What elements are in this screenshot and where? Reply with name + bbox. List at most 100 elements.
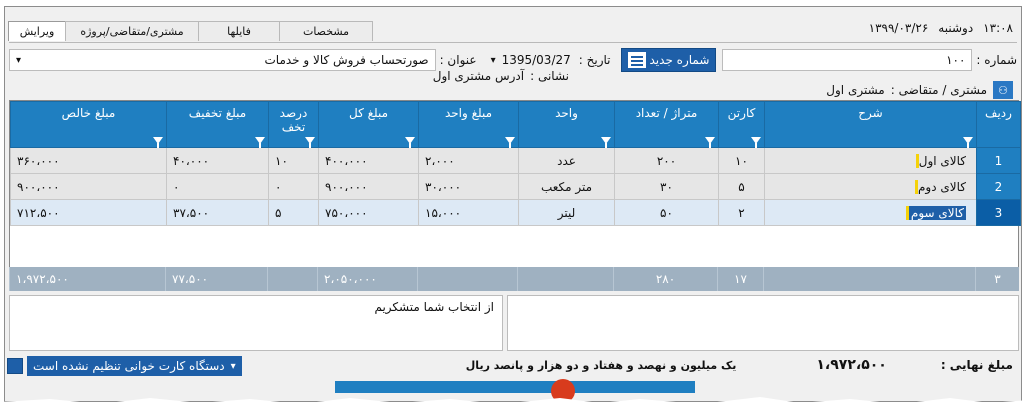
items-grid: ردیف شرح کارتن متراژ / تعداد واحد مبلغ و…: [9, 100, 1021, 288]
col-net[interactable]: مبلغ خالص: [10, 101, 167, 148]
torn-edge-bottom: [0, 397, 1029, 410]
cell-net[interactable]: ۷۱۲،۵۰۰: [10, 199, 167, 226]
col-row[interactable]: ردیف: [976, 101, 1021, 148]
col-total[interactable]: مبلغ کل: [318, 101, 419, 148]
date-picker[interactable]: ▾ 1395/03/27: [491, 53, 571, 67]
decorative-strip: [335, 381, 695, 393]
tab-customer-project[interactable]: مشتری/متقاضی/پروژه: [65, 21, 199, 41]
cell-carton[interactable]: ۵: [718, 173, 765, 200]
settings-icon[interactable]: [7, 358, 23, 374]
col-disc-pct[interactable]: درصد تخف: [268, 101, 319, 148]
date-value: 1395/03/27: [501, 53, 571, 67]
filter-icon[interactable]: [153, 137, 163, 148]
cell-desc[interactable]: کالای سوم: [764, 199, 977, 226]
cell-disc-pct[interactable]: ۰: [268, 173, 319, 200]
invoice-window: ۱۳:۰۸ دوشنبه ۱۳۹۹/۰۳/۲۶ ویرایش مشتری/متق…: [4, 6, 1022, 402]
total-carton: ۱۷: [717, 267, 763, 291]
col-qty[interactable]: متراژ / تعداد: [614, 101, 719, 148]
customer-value: مشتری اول: [826, 83, 885, 97]
tab-specs[interactable]: مشخصات: [279, 21, 373, 41]
chevron-down-icon: ▾: [230, 360, 236, 372]
card-reader-status[interactable]: ▾ دستگاه کارت خوانی تنظیم نشده است: [27, 356, 242, 376]
cell-total[interactable]: ۷۵۰،۰۰۰: [318, 199, 419, 226]
table-row[interactable]: 2 کالای دوم ۵ ۳۰ متر مکعب ۳۰،۰۰۰ ۹۰۰،۰۰۰…: [10, 173, 1021, 200]
address-value: آدرس مشتری اول: [432, 69, 525, 83]
filter-icon[interactable]: [601, 137, 611, 148]
desc-text: کالای سوم: [908, 205, 966, 220]
cell-qty[interactable]: ۵۰: [614, 199, 719, 226]
cell-disc-pct[interactable]: ۵: [268, 199, 319, 226]
col-carton[interactable]: کارتن: [718, 101, 765, 148]
total-net: ۱،۹۷۲،۵۰۰: [9, 267, 165, 291]
cell-total[interactable]: ۹۰۰،۰۰۰: [318, 173, 419, 200]
cell-disc-pct[interactable]: ۱۰: [268, 147, 319, 174]
cell-carton[interactable]: ۱۰: [718, 147, 765, 174]
cell-unit[interactable]: متر مکعب: [518, 173, 615, 200]
cell-unit[interactable]: لیتر: [518, 199, 615, 226]
chevron-down-icon: ▾: [490, 54, 496, 66]
desc-text: کالای دوم: [915, 179, 970, 194]
title-label: عنوان :: [439, 53, 477, 67]
new-number-label: شماره جدید: [649, 53, 710, 67]
filter-icon[interactable]: [255, 137, 265, 148]
header-row-2: ⚇ مشتری / متقاضی : مشتری اول: [826, 81, 1013, 99]
filter-icon[interactable]: [963, 137, 973, 148]
filter-icon[interactable]: [505, 137, 515, 148]
chevron-down-icon: ▾: [16, 54, 22, 66]
cell-net[interactable]: ۹۰۰،۰۰۰: [10, 173, 167, 200]
tab-edit[interactable]: ویرایش: [8, 21, 66, 41]
cell-unit-price[interactable]: ۲،۰۰۰: [418, 147, 519, 174]
cell-desc[interactable]: کالای اول: [764, 147, 977, 174]
amount-in-words: یک میلیون و نهصد و هفتاد و دو هزار و پان…: [465, 358, 737, 372]
day-text: دوشنبه: [938, 21, 974, 35]
table-row[interactable]: 1 کالای اول ۱۰ ۲۰۰ عدد ۲،۰۰۰ ۴۰۰،۰۰۰ ۱۰ …: [10, 147, 1021, 174]
notes-text: از انتخاب شما متشکریم: [374, 300, 494, 314]
table-row[interactable]: 3 کالای سوم ۲ ۵۰ لیتر ۱۵،۰۰۰ ۷۵۰،۰۰۰ ۵ ۳…: [10, 199, 1021, 226]
date-text: ۱۳۹۹/۰۳/۲۶: [868, 21, 929, 35]
title-select[interactable]: صورتحساب فروش کالا و خدمات ▾: [9, 49, 436, 71]
date-label: تاریخ :: [578, 53, 611, 67]
cell-disc-amt[interactable]: ۰: [166, 173, 269, 200]
cell-desc[interactable]: کالای دوم: [764, 173, 977, 200]
number-field[interactable]: ۱۰۰: [722, 49, 973, 71]
cell-unit-price[interactable]: ۳۰،۰۰۰: [418, 173, 519, 200]
tab-divider: [9, 42, 1017, 43]
notes-right[interactable]: [507, 295, 1019, 351]
final-value: ۱،۹۷۲،۵۰۰: [816, 357, 887, 373]
total-amount: ۲،۰۵۰،۰۰۰: [317, 267, 417, 291]
col-desc[interactable]: شرح: [764, 101, 977, 148]
notes-left[interactable]: از انتخاب شما متشکریم: [9, 295, 503, 351]
final-label: مبلغ نهایی :: [940, 358, 1013, 372]
number-value: ۱۰۰: [946, 53, 966, 67]
cell-disc-amt[interactable]: ۴۰،۰۰۰: [166, 147, 269, 174]
calculator-icon: [627, 52, 646, 68]
cell-unit-price[interactable]: ۱۵،۰۰۰: [418, 199, 519, 226]
card-reader-text: دستگاه کارت خوانی تنظیم نشده است: [33, 359, 225, 373]
customer-label: مشتری / متقاضی :: [890, 83, 987, 97]
col-unit-price[interactable]: مبلغ واحد: [418, 101, 519, 148]
cell-net[interactable]: ۳۶۰،۰۰۰: [10, 147, 167, 174]
desc-text: کالای اول: [915, 153, 970, 168]
cell-total[interactable]: ۴۰۰،۰۰۰: [318, 147, 419, 174]
tabs: ویرایش مشتری/متقاضی/پروژه فایلها مشخصات: [8, 21, 373, 41]
people-icon[interactable]: ⚇: [993, 81, 1013, 99]
total-qty: ۲۸۰: [613, 267, 717, 291]
cell-qty[interactable]: ۲۰۰: [614, 147, 719, 174]
filter-icon[interactable]: [405, 137, 415, 148]
filter-icon[interactable]: [751, 137, 761, 148]
col-unit[interactable]: واحد: [518, 101, 615, 148]
filter-icon[interactable]: [705, 137, 715, 148]
filter-icon[interactable]: [305, 137, 315, 148]
new-number-button[interactable]: شماره جدید: [620, 48, 717, 72]
number-label: شماره :: [976, 53, 1017, 67]
cell-qty[interactable]: ۳۰: [614, 173, 719, 200]
total-unit-price-empty: [417, 267, 517, 291]
items-table: ردیف شرح کارتن متراژ / تعداد واحد مبلغ و…: [10, 101, 1021, 226]
cell-unit[interactable]: عدد: [518, 147, 615, 174]
cell-disc-amt[interactable]: ۳۷،۵۰۰: [166, 199, 269, 226]
cell-carton[interactable]: ۲: [718, 199, 765, 226]
col-disc-amt[interactable]: مبلغ تخفیف: [166, 101, 269, 148]
row-number: 2: [976, 173, 1021, 200]
time-text: ۱۳:۰۸: [983, 21, 1013, 35]
tab-files[interactable]: فایلها: [198, 21, 280, 41]
